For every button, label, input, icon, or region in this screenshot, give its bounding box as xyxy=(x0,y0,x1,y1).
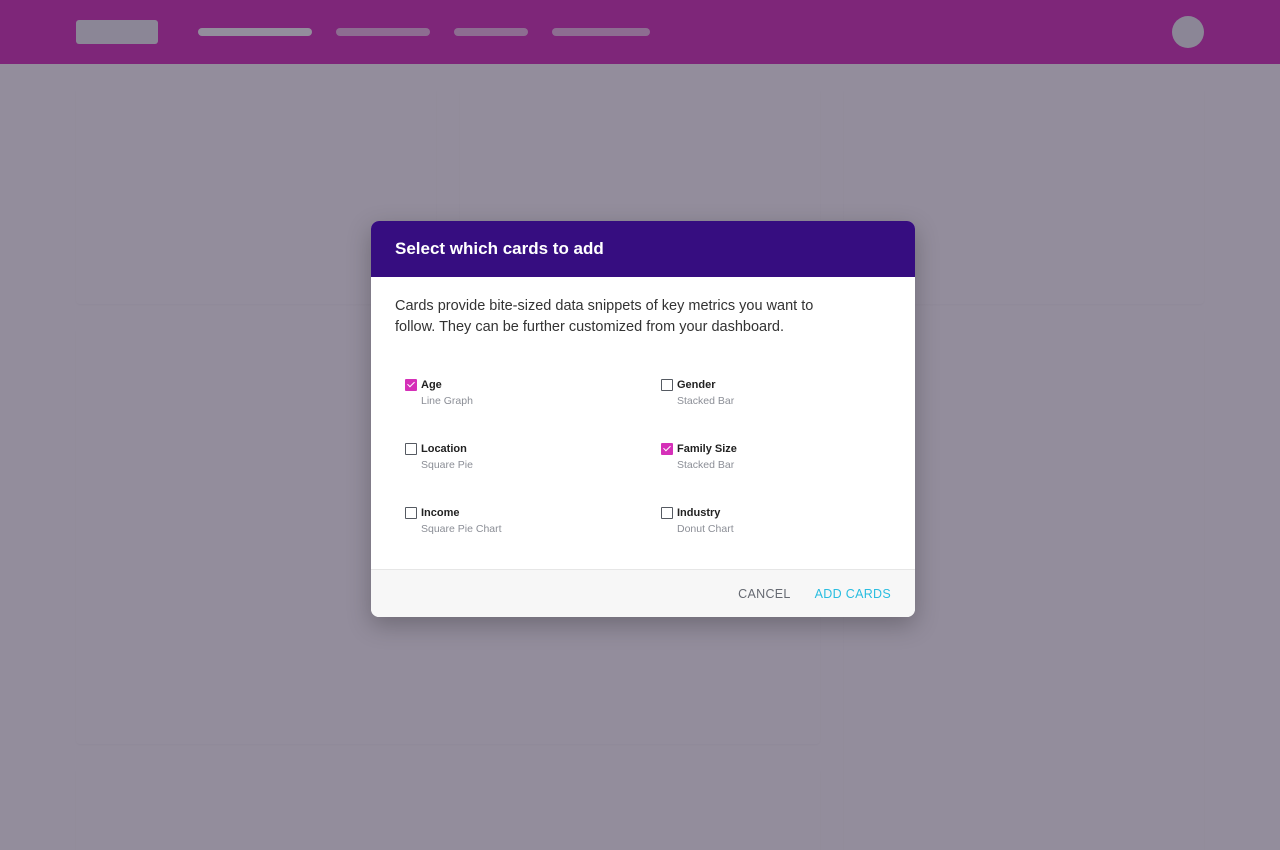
option-age[interactable]: Age Line Graph xyxy=(395,365,635,407)
option-label: Gender xyxy=(677,379,716,391)
option-label: Location xyxy=(421,443,467,455)
add-cards-button[interactable]: ADD CARDS xyxy=(815,587,891,601)
dialog-title: Select which cards to add xyxy=(395,239,604,258)
dialog-description: Cards provide bite-sized data snippets o… xyxy=(395,298,814,335)
option-family-size[interactable]: Family Size Stacked Bar xyxy=(651,429,891,471)
option-gender[interactable]: Gender Stacked Bar xyxy=(651,365,891,407)
checkbox[interactable] xyxy=(661,507,673,519)
option-label: Industry xyxy=(677,507,721,519)
add-cards-dialog: Select which cards to add Cards provide … xyxy=(371,221,915,617)
dialog-footer: CANCEL ADD CARDS xyxy=(371,569,915,617)
option-text: Industry Donut Chart xyxy=(677,507,734,535)
option-chart-type: Stacked Bar xyxy=(677,395,735,407)
option-text: Age Line Graph xyxy=(421,379,473,407)
option-label: Age xyxy=(421,379,442,391)
checkbox-checked[interactable] xyxy=(661,443,673,455)
option-text: Gender Stacked Bar xyxy=(677,379,735,407)
option-label: Family Size xyxy=(677,443,737,455)
option-text: Family Size Stacked Bar xyxy=(677,443,737,471)
option-label: Income xyxy=(421,507,460,519)
option-chart-type: Donut Chart xyxy=(677,523,734,535)
checkbox-checked[interactable] xyxy=(405,379,417,391)
checkbox[interactable] xyxy=(661,379,673,391)
option-chart-type: Line Graph xyxy=(421,395,473,407)
option-text: Income Square Pie Chart xyxy=(421,507,502,535)
cancel-button[interactable]: CANCEL xyxy=(738,587,791,601)
option-income[interactable]: Income Square Pie Chart xyxy=(395,493,635,535)
checkbox[interactable] xyxy=(405,507,417,519)
dialog-header: Select which cards to add xyxy=(371,221,915,277)
checkbox[interactable] xyxy=(405,443,417,455)
option-location[interactable]: Location Square Pie xyxy=(395,429,635,471)
option-chart-type: Square Pie xyxy=(421,459,473,471)
option-chart-type: Stacked Bar xyxy=(677,459,735,471)
option-chart-type: Square Pie Chart xyxy=(421,523,502,535)
option-text: Location Square Pie xyxy=(421,443,473,471)
dashboard-page: Select which cards to add Cards provide … xyxy=(0,0,1280,850)
option-industry[interactable]: Industry Donut Chart xyxy=(651,493,891,535)
